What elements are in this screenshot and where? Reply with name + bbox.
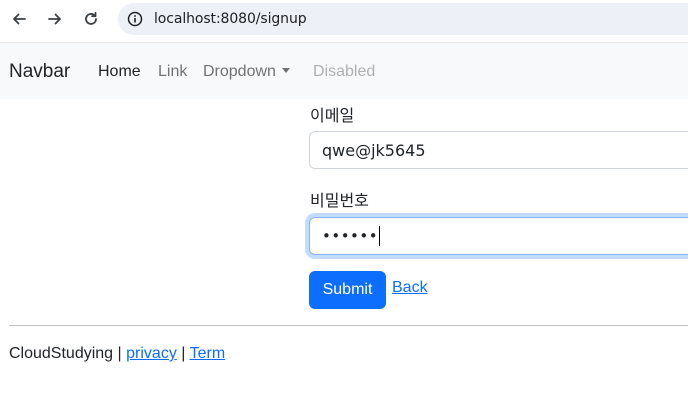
- caret-down-icon: [281, 68, 290, 73]
- back-link[interactable]: Back: [392, 279, 428, 297]
- forward-arrow-icon[interactable]: [43, 7, 67, 31]
- footer-separator: |: [181, 345, 186, 362]
- password-value: ••••••: [322, 227, 379, 245]
- nav-link-link[interactable]: Link: [158, 63, 187, 81]
- nav-dropdown-label: Dropdown: [203, 63, 276, 80]
- nav-dropdown-toggle[interactable]: Dropdown: [203, 63, 290, 81]
- footer-brand: CloudStudying: [9, 345, 114, 362]
- site-info-icon[interactable]: [126, 10, 144, 28]
- password-field[interactable]: ••••••: [309, 217, 688, 255]
- privacy-link[interactable]: privacy: [126, 345, 177, 362]
- email-label: 이메일: [310, 106, 355, 125]
- term-link[interactable]: Term: [190, 345, 226, 362]
- nav-link-disabled: Disabled: [313, 63, 376, 80]
- navbar-brand[interactable]: Navbar: [9, 61, 70, 83]
- nav-link-home[interactable]: Home: [98, 63, 141, 81]
- reload-icon[interactable]: [79, 7, 103, 31]
- footer-separator: |: [117, 345, 122, 362]
- password-label: 비밀번호: [310, 191, 369, 210]
- browser-toolbar: localhost:8080/signup: [0, 0, 688, 42]
- text-cursor: [379, 226, 381, 246]
- footer: CloudStudying | privacy | Term: [9, 345, 225, 363]
- url-text[interactable]: localhost:8080/signup: [154, 11, 307, 27]
- navbar: Navbar Home Link Dropdown Disabled: [0, 42, 688, 99]
- email-value: qwe@jk5645: [322, 140, 426, 160]
- email-field[interactable]: qwe@jk5645: [309, 131, 688, 169]
- submit-button[interactable]: Submit: [309, 271, 386, 309]
- footer-divider: [9, 325, 688, 326]
- back-arrow-icon[interactable]: [7, 7, 31, 31]
- address-bar[interactable]: localhost:8080/signup: [118, 3, 688, 35]
